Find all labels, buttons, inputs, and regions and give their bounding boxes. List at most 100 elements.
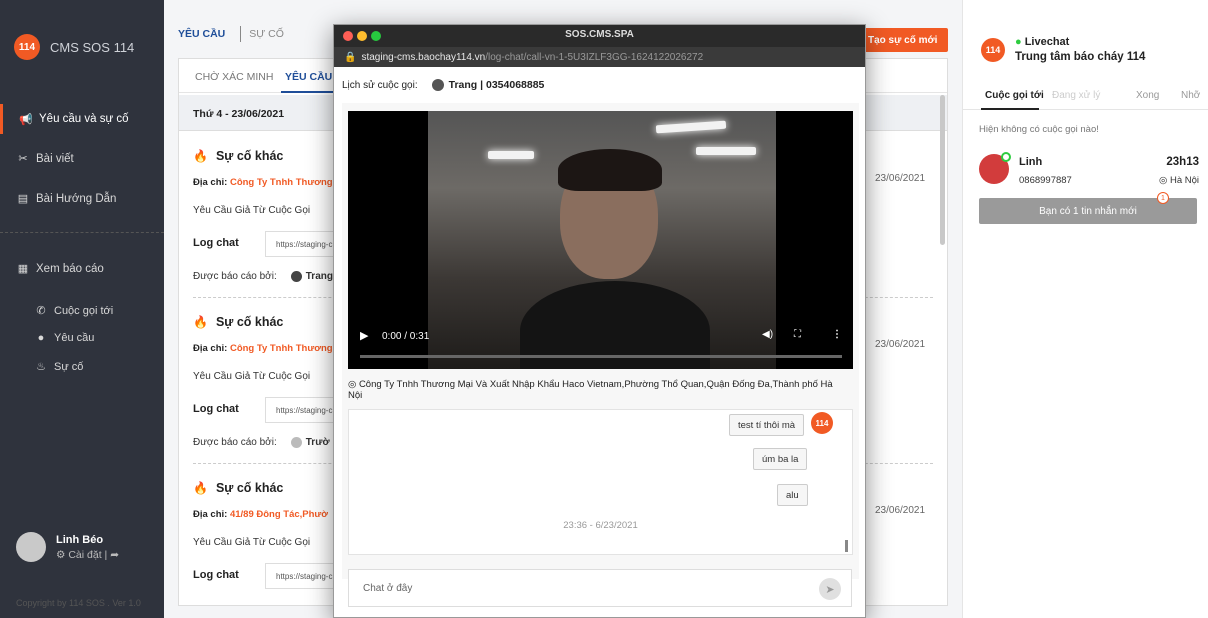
scrollbar[interactable] [940,95,945,245]
reporter-name: Trang [305,271,333,283]
video-progress-bar[interactable] [360,355,842,358]
reporter-row: Được báo cáo bởi: Trang [193,271,333,282]
sidebar-subitem-incidents[interactable]: ♨ Sự cố [34,360,84,374]
fullscreen-icon[interactable]: ⛶ [794,329,801,340]
chat-input-placeholder: Chat ở đây [363,583,413,594]
chat-message: alu [777,484,808,506]
address-label: Địa chỉ: [193,177,228,188]
reporter-row: Được báo cáo bởi: Trườ [193,437,330,448]
active-tab-indicator [981,108,1039,110]
livechat-header: 114 ● Livechat Trung tâm báo cháy 114 [981,36,1145,63]
send-icon[interactable]: ➤ [819,578,841,600]
chat-icon: ● [37,332,45,344]
caller-name: Linh [1019,156,1043,168]
ceiling-light [696,147,756,155]
tab-divider [240,26,241,42]
sidebar-item-articles[interactable]: ✂ Bài viết [16,152,74,166]
sidebar-item-label: Bài Hướng Dẫn [36,192,117,205]
call-location: ◎ Hà Nội [1159,175,1199,186]
megaphone-icon: 📢 [19,113,33,126]
incident-address: Địa chỉ: Công Ty Tnhh Thương [193,177,333,188]
settings-link[interactable]: Cài đặt [68,549,101,561]
no-calls-text: Hiện không có cuộc gọi nào! [979,124,1099,135]
tab-done[interactable]: Xong [1136,90,1159,101]
chat-input[interactable]: Chat ở đây ➤ [348,569,852,607]
location-pin-icon: ◎ [1159,175,1170,186]
incident-title: Sự cố khác [215,149,284,163]
address-bar[interactable]: 🔒 staging-cms.baochay114.vn/log-chat/call… [334,47,865,67]
online-indicator [1001,152,1011,162]
app-logo[interactable]: 114 CMS SOS 114 [14,34,134,60]
new-message-button[interactable]: Bạn có 1 tin nhắn mới 1 [979,192,1197,224]
tab-pending[interactable]: CHỜ XÁC MINH [195,71,273,83]
avatar[interactable] [16,532,46,562]
incident-date: 23/06/2021 [875,505,926,516]
caller-avatar [431,79,444,92]
chat-scrollbar[interactable] [845,540,848,552]
address-value: Công Ty Tnhh Thương [229,343,333,354]
volume-icon[interactable]: ◀) [762,329,773,340]
sidebar-subitem-requests[interactable]: ● Yêu cầu [34,332,95,344]
sidebar-item-label: Yêu cầu và sự cố [39,113,129,125]
sidebar-item-label: Bài viết [36,152,74,165]
tab-requests[interactable]: YÊU CẦU [178,28,225,40]
sidebar-item-guides[interactable]: ▤ Bài Hướng Dẫn [16,192,117,206]
sidebar-item-requests[interactable]: 📢 Yêu cầu và sự cố [0,104,164,134]
caller-phone: 0354068885 [486,79,545,91]
address-value: 41/89 Đông Tác,Phườ [229,509,329,520]
address-value: Công Ty Tnhh Thương [229,177,333,188]
new-incident-button[interactable]: Tạo sự cố mới [852,28,948,52]
tab-missed[interactable]: Nhỡ [1181,90,1200,101]
tab-processing[interactable]: Đang xử lý [1052,90,1100,101]
tab-requests-sub[interactable]: YÊU CẦU [285,71,332,83]
chat-log[interactable]: test tí thôi mà 114 úm ba la alu 23:36 -… [348,409,853,555]
logo-badge: 114 [14,34,40,60]
sidebar-item-reports[interactable]: ▦ Xem báo cáo [16,262,104,276]
history-label: Lịch sử cuộc gọi: [342,80,418,91]
call-history-header: Lịch sử cuộc gọi: Trang | 0354068885 [342,79,545,92]
reporter-label: Được báo cáo bởi: [193,437,277,449]
sidebar-subitem-incoming-calls[interactable]: ✆ Cuộc gọi tới [34,304,113,318]
url-host: staging-cms.baochay114.vn [361,52,486,63]
date-label: Thứ 4 - 23/06/2021 [193,108,285,120]
log-chat-label: Log chat [193,569,239,581]
video-player[interactable]: ▶ 0:00 / 0:31 ◀) ⛶ ⋮ [348,111,853,369]
call-item[interactable]: Linh 0868997887 23h13 ◎ Hà Nội [979,152,1199,190]
reporter-avatar [290,271,302,282]
report-icon: ▦ [17,263,29,275]
address-label: Địa chỉ: [193,509,228,520]
tab-incoming[interactable]: Cuộc gọi tới [985,90,1044,101]
logout-icon[interactable]: ➦ [110,549,119,561]
status-label: Livechat [1024,36,1070,48]
sidebar-subitem-label: Yêu cầu [54,332,95,344]
caller-name: Trang [448,79,478,91]
sidebar-item-label: Xem báo cáo [36,262,104,275]
incident-title: Sự cố khác [215,315,284,329]
incident-date: 23/06/2021 [875,173,926,184]
online-dot-icon: ● [1015,36,1025,48]
log-chat-label: Log chat [193,403,239,415]
sidebar-divider [0,232,164,233]
sidebar-subitem-label: Sự cố [54,360,84,373]
livechat-panel: 114 ● Livechat Trung tâm báo cháy 114 Cu… [962,0,1208,618]
tab-incidents[interactable]: SỰ CỐ [249,28,284,40]
active-tab-indicator [281,91,341,93]
incident-request: Yêu Cầu Giả Từ Cuộc Gọi [193,205,311,216]
livechat-status: ● Livechat [1015,36,1145,48]
incident-title: Sự cố khác [215,481,284,495]
incident-location: ◎ Công Ty Tnhh Thương Mại Và Xuất Nhập K… [348,379,848,401]
app-title: CMS SOS 114 [50,39,135,55]
window-titlebar[interactable]: SOS.CMS.SPA [334,25,865,47]
more-options-icon[interactable]: ⋮ [832,329,842,340]
location-text: Công Ty Tnhh Thương Mại Và Xuất Nhập Khẩ… [348,379,833,401]
gear-icon: ⚙ [56,548,66,561]
window-title: SOS.CMS.SPA [565,29,634,40]
call-detail: ▶ 0:00 / 0:31 ◀) ⛶ ⋮ ◎ Công Ty Tnhh Thươ… [342,103,859,579]
document-icon: ▤ [17,193,29,205]
divider: | [477,79,486,91]
center-name: Trung tâm báo cháy 114 [1015,51,1146,63]
play-icon[interactable]: ▶ [360,329,368,342]
url-path: /log-chat/call-vn-1-5U3IZLF3GG-162412202… [485,52,704,63]
incident-request: Yêu Cầu Giả Từ Cuộc Gọi [193,371,311,382]
main-tabs: YÊU CẦU SỰ CỐ [178,26,284,42]
